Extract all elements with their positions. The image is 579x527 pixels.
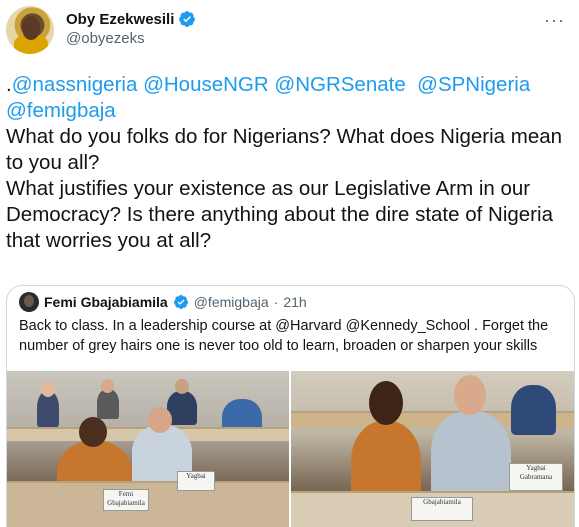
attendee-head (175, 379, 189, 394)
dot-separator: · (273, 294, 279, 310)
quoted-media: Femi Gbajabiamila Yagbai Gbajabiamila Ya… (7, 371, 574, 527)
quoted-tweet-header: Femi Gbajabiamila @femigbaja · 21h (19, 292, 307, 312)
nameplate: Gbajabiamila (411, 497, 473, 521)
mention-link[interactable]: @SPNigeria (417, 73, 530, 96)
mentions-line-2: @femigbaja (6, 98, 572, 124)
quoted-author-avatar (19, 292, 39, 312)
author-name-row[interactable]: Oby Ezekwesili (66, 10, 196, 28)
tweet-body-1: What do you folks do for Nigerians? What… (6, 125, 563, 174)
nameplate: Yagbai Gabramana (509, 463, 563, 491)
verified-badge-icon (173, 295, 188, 309)
mentions-line: .@nassnigeria @HouseNGR @NGRSenate @SPNi… (6, 72, 572, 98)
attendee (431, 411, 511, 501)
nameplate: Yagbai (177, 471, 215, 491)
tweet-text: .@nassnigeria @HouseNGR @NGRSenate @SPNi… (6, 72, 572, 254)
quoted-tweet[interactable]: Femi Gbajabiamila @femigbaja · 21h Back … (6, 285, 575, 527)
attendee-head (101, 379, 114, 393)
attendee-head (454, 375, 486, 415)
quoted-tweet-text: Back to class. In a leadership course at… (19, 318, 549, 354)
mention-link[interactable]: @femigbaja (6, 99, 116, 122)
mention-link[interactable]: @HouseNGR (143, 73, 269, 96)
tweet-header: Oby Ezekwesili @obyezeks ··· (0, 0, 579, 60)
quoted-timestamp: 21h (283, 294, 307, 310)
nameplate: Femi Gbajabiamila (103, 489, 149, 511)
more-options-icon[interactable]: ··· (544, 10, 565, 31)
author-avatar[interactable] (6, 6, 54, 54)
classroom-photo-right[interactable]: Gbajabiamila Yagbai Gabramana (291, 371, 574, 527)
avatar-face (22, 16, 40, 40)
attendee-head (79, 417, 107, 447)
author-name[interactable]: Oby Ezekwesili (66, 11, 174, 28)
verified-badge-icon (179, 11, 196, 27)
attendee (511, 385, 556, 435)
author-handle[interactable]: @obyezeks (66, 30, 145, 47)
quoted-author-handle: @femigbaja (193, 294, 269, 310)
attendee-head (148, 407, 172, 433)
classroom-photo-left[interactable]: Femi Gbajabiamila Yagbai (7, 371, 289, 527)
attendee (97, 389, 119, 419)
mention-link[interactable]: @nassnigeria (12, 73, 138, 96)
attendee-head (369, 381, 403, 425)
quoted-author-name: Femi Gbajabiamila (44, 294, 168, 310)
mention-link[interactable]: @NGRSenate (274, 73, 405, 96)
tweet-body-2: What justifies your existence as our Leg… (6, 177, 553, 252)
attendee-head (41, 381, 55, 397)
